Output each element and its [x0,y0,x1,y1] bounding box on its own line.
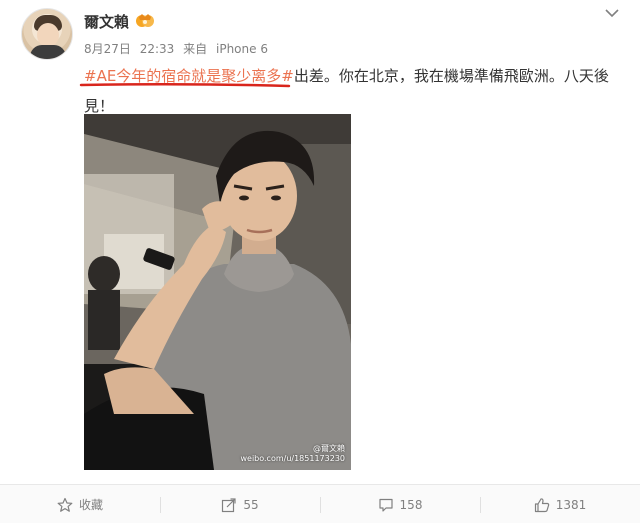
action-bar: 收藏 55 158 1381 [0,484,640,523]
favorite-button[interactable]: 收藏 [0,485,160,523]
repost-count: 55 [243,497,259,512]
post-meta: 8月27日 22:33 来自 iPhone 6 [84,40,273,57]
vip-badge-icon[interactable] [135,12,155,28]
post-time[interactable]: 22:33 [140,42,175,56]
comment-button[interactable]: 158 [320,485,480,523]
red-underline-annotation [79,82,291,88]
post-date[interactable]: 8月27日 [84,42,131,56]
username[interactable]: 爾文賴 [84,11,129,32]
avatar[interactable] [21,8,73,60]
avatar-shirt [30,45,66,59]
weibo-post: 爾文賴 8月27日 22:33 来自 iPhone 6 #AE今年的宿命就是聚少… [0,0,640,523]
post-content: #AE今年的宿命就是聚少离多#出差。你在北京，我在機場準備飛歐洲。八天後見！ [84,61,614,121]
like-button[interactable]: 1381 [480,485,640,523]
chevron-down-icon[interactable] [603,6,621,20]
watermark-name: @爾文賴 [313,444,345,453]
thumbs-up-icon [534,497,549,512]
source-prefix: 来自 [183,42,208,56]
share-icon [222,497,236,512]
comment-count: 158 [399,497,423,512]
comment-icon [378,498,393,512]
avatar-face [37,23,59,47]
photo-watermark: @爾文賴 weibo.com/u/1851173230 [240,444,345,464]
source-device: iPhone 6 [216,42,268,56]
photo-illustration [84,114,351,470]
like-count: 1381 [555,497,587,512]
favorite-label: 收藏 [78,498,103,512]
post-photo[interactable]: @爾文賴 weibo.com/u/1851173230 [84,114,351,470]
watermark-url: weibo.com/u/1851173230 [240,454,345,463]
star-icon [57,497,73,512]
repost-button[interactable]: 55 [160,485,320,523]
